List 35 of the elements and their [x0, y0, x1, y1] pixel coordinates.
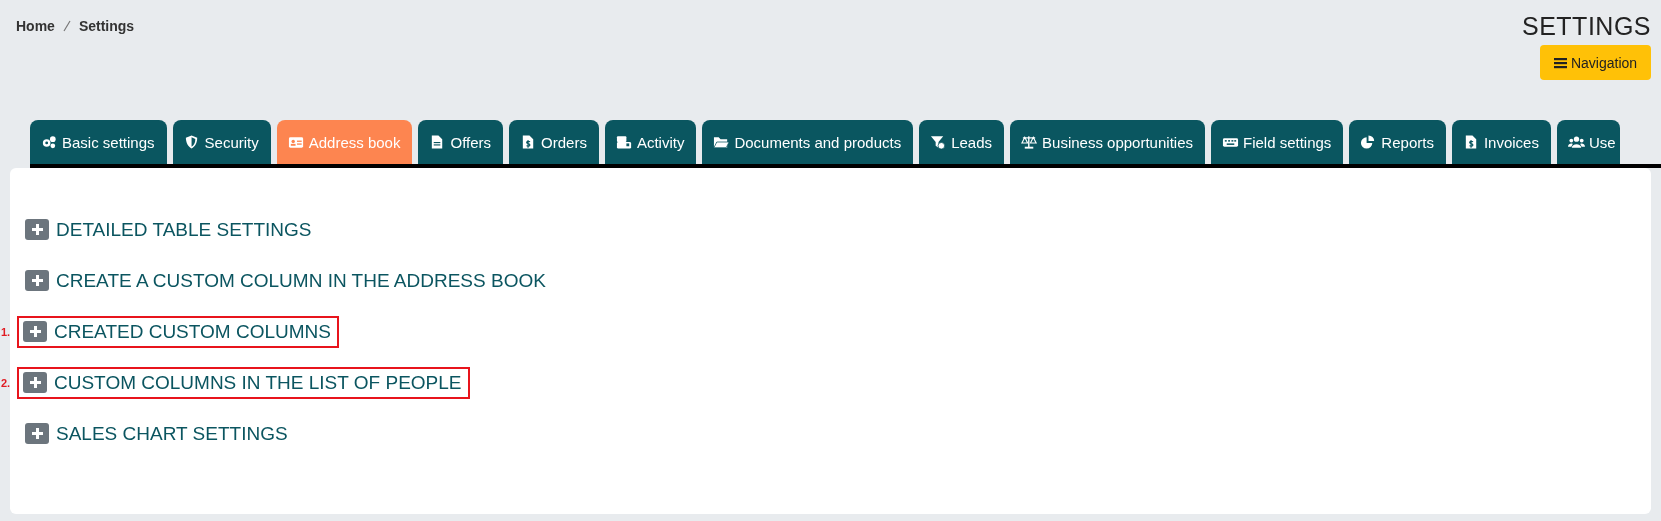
tab[interactable]: Leads	[919, 120, 1005, 164]
tab[interactable]: Security	[172, 120, 271, 164]
scale-icon	[1021, 134, 1039, 150]
expand-icon[interactable]	[23, 372, 47, 393]
tab[interactable]: Activity	[604, 120, 697, 164]
breadcrumb-separator	[62, 20, 71, 32]
navigation-button[interactable]: Navigation	[1540, 45, 1651, 80]
tab[interactable]: Documents and products	[702, 120, 914, 164]
id-card-icon	[287, 134, 305, 150]
expand-icon[interactable]	[23, 321, 47, 342]
section-title[interactable]: CUSTOM COLUMNS IN THE LIST OF PEOPLE	[54, 371, 462, 394]
menu-icon	[1553, 56, 1567, 69]
funnel-icon	[930, 134, 948, 150]
section-title[interactable]: CREATE A CUSTOM COLUMN IN THE ADDRESS BOOK	[56, 269, 546, 292]
tab[interactable]: Reports	[1349, 120, 1446, 164]
page-title: SETTINGS	[1522, 11, 1651, 41]
section-title[interactable]: DETAILED TABLE SETTINGS	[56, 218, 312, 241]
tab[interactable]: Orders	[509, 120, 599, 164]
breadcrumb-link[interactable]: Home	[16, 18, 55, 34]
section-title[interactable]: SALES CHART SETTINGS	[56, 422, 288, 445]
section-title[interactable]: CREATED CUSTOM COLUMNS	[54, 320, 331, 343]
users-icon	[1567, 134, 1585, 150]
tab[interactable]: Offers	[418, 120, 504, 164]
breadcrumb-link[interactable]: Settings	[78, 18, 135, 34]
tab[interactable]: Invoices	[1451, 120, 1551, 164]
tab[interactable]: Business opportunities	[1010, 120, 1205, 164]
expand-icon[interactable]	[25, 423, 49, 444]
folder-icon	[713, 134, 731, 150]
expand-icon[interactable]	[25, 270, 49, 291]
tab[interactable]: Field settings	[1211, 120, 1344, 164]
tab[interactable]: Use	[1556, 120, 1620, 164]
annotation-number: 1.	[1, 325, 11, 338]
expand-icon[interactable]	[25, 219, 49, 240]
tab[interactable]: Basic settings	[30, 120, 167, 164]
annotation-number: 2.	[1, 376, 11, 389]
